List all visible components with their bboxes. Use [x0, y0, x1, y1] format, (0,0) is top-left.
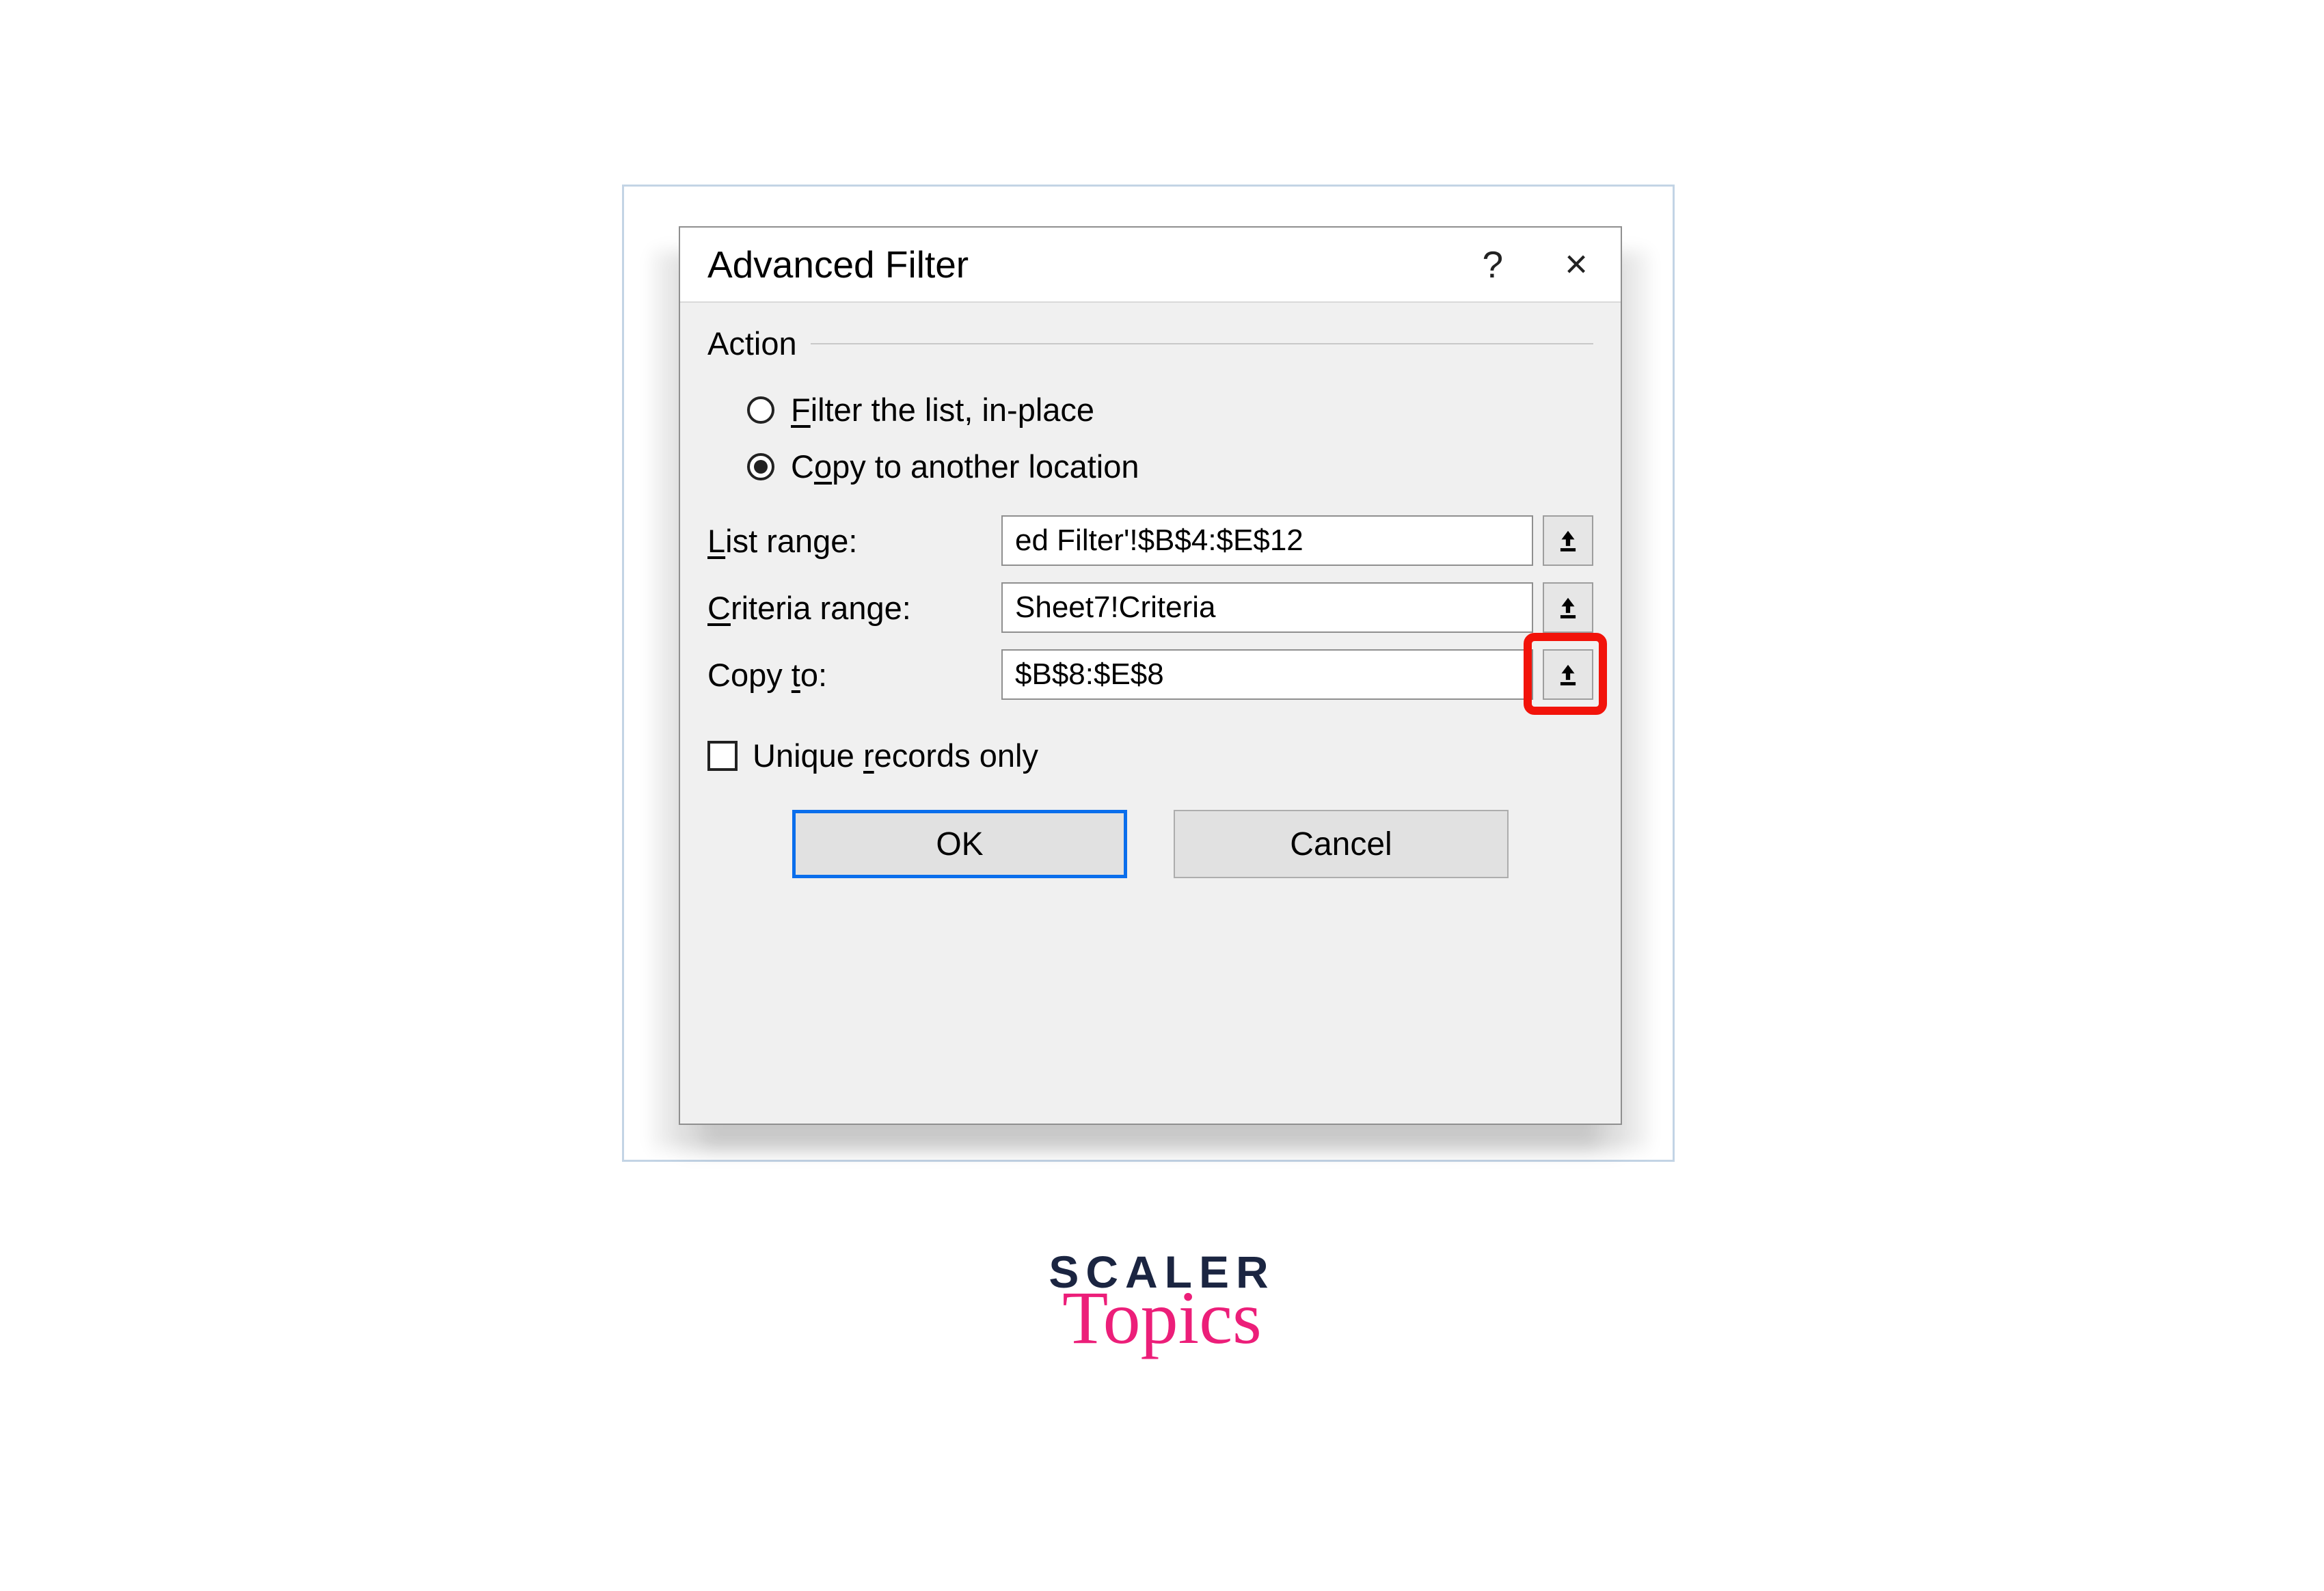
title-bar: Advanced Filter ? ×: [680, 228, 1621, 303]
titlebar-controls: ? ×: [1483, 243, 1600, 286]
list-range-label: List range:: [707, 522, 1001, 560]
criteria-range-label: Criteria range:: [707, 589, 1001, 627]
list-range-input[interactable]: [1001, 515, 1533, 566]
list-range-row: List range:: [707, 515, 1593, 566]
copy-to-input[interactable]: [1001, 649, 1533, 700]
dialog-title: Advanced Filter: [707, 243, 969, 286]
criteria-range-row: Criteria range:: [707, 582, 1593, 633]
range-picker-icon: [1555, 528, 1581, 554]
radio-filter-in-place[interactable]: Filter the list, in-place: [747, 391, 1593, 429]
advanced-filter-dialog: Advanced Filter ? × Action Filter the li…: [679, 226, 1622, 1125]
ok-button[interactable]: OK: [792, 810, 1127, 878]
collapse-dialog-button[interactable]: [1543, 515, 1593, 566]
cancel-button[interactable]: Cancel: [1174, 810, 1509, 878]
collapse-dialog-button[interactable]: [1543, 649, 1593, 700]
copy-to-row: Copy to:: [707, 649, 1593, 700]
close-button[interactable]: ×: [1565, 245, 1600, 284]
action-group: Action: [707, 325, 1593, 362]
action-legend: Action: [707, 325, 797, 362]
help-button[interactable]: ?: [1483, 243, 1504, 286]
group-divider: [811, 343, 1593, 344]
checkbox-label: Unique records only: [753, 737, 1038, 774]
range-picker-icon: [1555, 595, 1581, 621]
radio-label: Filter the list, in-place: [791, 391, 1094, 429]
radio-label: Copy to another location: [791, 448, 1139, 485]
copy-to-label: Copy to:: [707, 656, 1001, 694]
radio-icon: [747, 396, 774, 424]
unique-records-checkbox[interactable]: Unique records only: [707, 737, 1593, 774]
range-picker-icon: [1555, 662, 1581, 688]
action-radios: Filter the list, in-place Copy to anothe…: [707, 391, 1593, 485]
checkbox-icon: [707, 741, 738, 771]
screenshot-frame: Advanced Filter ? × Action Filter the li…: [622, 185, 1675, 1162]
range-fields: List range: Criteria range: Copy to:: [707, 515, 1593, 700]
radio-icon: [747, 453, 774, 480]
branding: SCALER Topics: [0, 1249, 2324, 1350]
collapse-dialog-button[interactable]: [1543, 582, 1593, 633]
radio-copy-location[interactable]: Copy to another location: [747, 448, 1593, 485]
dialog-body: Action Filter the list, in-place Copy to…: [680, 303, 1621, 901]
brand-topics: Topics: [0, 1286, 2324, 1350]
criteria-range-input[interactable]: [1001, 582, 1533, 633]
dialog-buttons: OK Cancel: [707, 810, 1593, 878]
